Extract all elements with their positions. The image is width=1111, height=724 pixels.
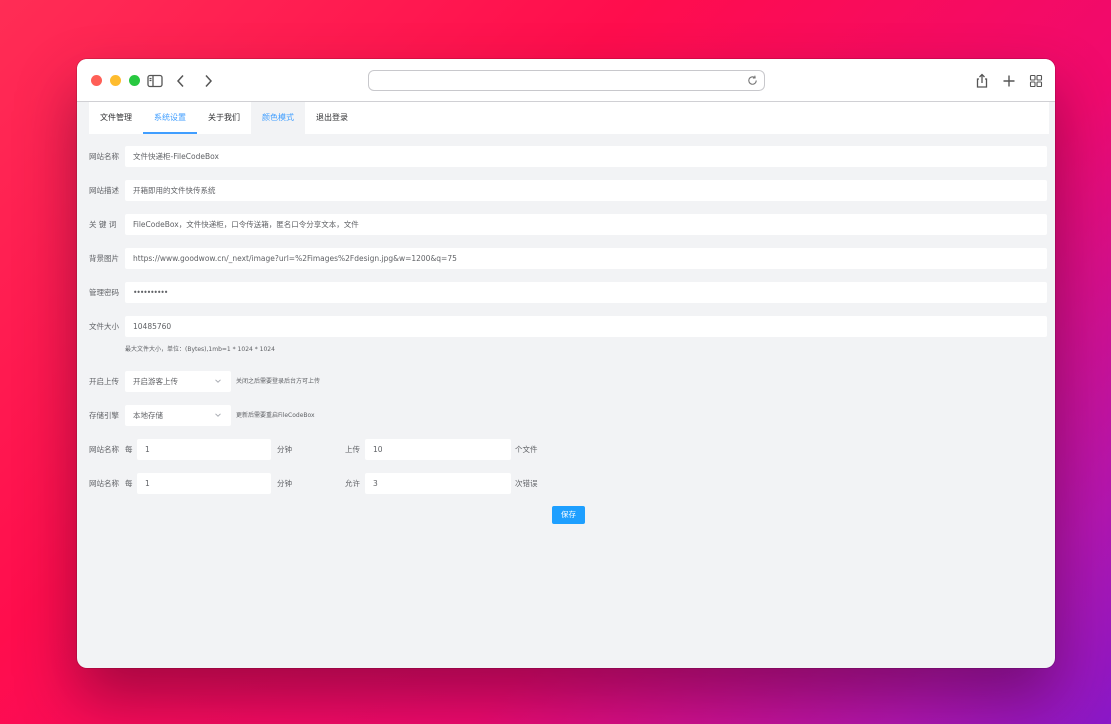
share-icon[interactable] <box>973 72 991 90</box>
error-rate-minute-unit: 分钟 <box>277 479 292 488</box>
error-rate-row: 网站名称 每 1 分钟 允许 3 次错误 <box>89 473 589 494</box>
upload-open-select[interactable]: 开启游客上传 <box>125 371 231 392</box>
forward-icon[interactable] <box>199 72 217 90</box>
window-controls <box>91 75 140 86</box>
storage-label: 存储引擎 <box>89 411 119 420</box>
tab-overview-icon[interactable] <box>1027 72 1045 90</box>
storage-value: 本地存储 <box>133 411 163 420</box>
error-rate-count-unit: 次错误 <box>515 479 538 488</box>
reload-icon[interactable] <box>746 74 759 87</box>
chevron-down-icon <box>215 379 221 383</box>
upload-rate-minute-unit: 分钟 <box>277 445 292 454</box>
site-desc-row: 网站描述 开箱即用的文件快传系统 <box>89 180 1049 201</box>
admin-password-input[interactable]: •••••••••• <box>125 282 1047 303</box>
tab-about-us[interactable]: 关于我们 <box>197 102 251 134</box>
new-tab-icon[interactable] <box>1000 72 1018 90</box>
background-image-label: 背景图片 <box>89 254 119 263</box>
site-name-row: 网站名称 文件快递柜-FileCodeBox <box>89 146 1049 167</box>
address-bar[interactable] <box>368 70 765 91</box>
upload-rate-row: 网站名称 每 1 分钟 上传 10 个文件 <box>89 439 589 460</box>
chevron-down-icon <box>215 413 221 417</box>
site-name-input[interactable]: 文件快递柜-FileCodeBox <box>125 146 1047 167</box>
site-desc-input[interactable]: 开箱即用的文件快传系统 <box>125 180 1047 201</box>
upload-open-label: 开启上传 <box>89 377 119 386</box>
admin-password-label: 管理密码 <box>89 288 119 297</box>
upload-open-value: 开启游客上传 <box>133 377 178 386</box>
sidebar-toggle-icon[interactable] <box>146 72 164 90</box>
browser-window: 文件管理 系统设置 关于我们 颜色模式 退出登录 网站名称 文件快递柜-File… <box>77 59 1055 668</box>
site-name-label: 网站名称 <box>89 152 119 161</box>
tab-logout[interactable]: 退出登录 <box>305 102 359 134</box>
error-rate-count-input[interactable]: 3 <box>365 473 511 494</box>
minimize-window-button[interactable] <box>110 75 121 86</box>
keywords-input[interactable]: FileCodeBox，文件快递柜，口令传送箱，匿名口令分享文本，文件 <box>125 214 1047 235</box>
file-size-label: 文件大小 <box>89 322 119 331</box>
zoom-window-button[interactable] <box>129 75 140 86</box>
background-image-input[interactable]: https://www.goodwow.cn/_next/image?url=%… <box>125 248 1047 269</box>
tab-color-mode[interactable]: 颜色模式 <box>251 102 305 134</box>
site-desc-label: 网站描述 <box>89 186 119 195</box>
upload-rate-count-unit: 个文件 <box>515 445 538 454</box>
upload-rate-minutes-input[interactable]: 1 <box>137 439 271 460</box>
keywords-row: 关 键 词 FileCodeBox，文件快递柜，口令传送箱，匿名口令分享文本，文… <box>89 214 1049 235</box>
file-size-input[interactable]: 10485760 <box>125 316 1047 337</box>
upload-rate-count-input[interactable]: 10 <box>365 439 511 460</box>
upload-open-row: 开启上传 开启游客上传 关闭之后需要登录后台方可上传 <box>89 371 489 392</box>
upload-rate-every: 每 <box>125 445 133 454</box>
admin-password-row: 管理密码 •••••••••• <box>89 282 1049 303</box>
storage-select[interactable]: 本地存储 <box>125 405 231 426</box>
file-size-row: 文件大小 10485760 <box>89 316 1049 337</box>
back-icon[interactable] <box>172 72 190 90</box>
upload-rate-action: 上传 <box>345 445 360 454</box>
upload-rate-label: 网站名称 <box>89 445 119 454</box>
storage-row: 存储引擎 本地存储 更新后需要重启FileCodeBox <box>89 405 489 426</box>
browser-toolbar <box>77 59 1055 102</box>
upload-open-hint: 关闭之后需要登录后台方可上传 <box>236 378 321 385</box>
storage-hint: 更新后需要重启FileCodeBox <box>236 412 315 419</box>
save-button[interactable]: 保存 <box>552 506 585 524</box>
error-rate-action: 允许 <box>345 479 360 488</box>
tab-system-settings[interactable]: 系统设置 <box>143 102 197 134</box>
tab-menu: 文件管理 系统设置 关于我们 颜色模式 退出登录 <box>89 102 1049 134</box>
file-size-hint: 最大文件大小，单位：(Bytes),1mb=1 * 1024 * 1024 <box>125 346 275 353</box>
tab-file-management[interactable]: 文件管理 <box>89 102 143 134</box>
close-window-button[interactable] <box>91 75 102 86</box>
background-image-row: 背景图片 https://www.goodwow.cn/_next/image?… <box>89 248 1049 269</box>
keywords-label: 关 键 词 <box>89 220 117 229</box>
error-rate-every: 每 <box>125 479 133 488</box>
error-rate-minutes-input[interactable]: 1 <box>137 473 271 494</box>
error-rate-label: 网站名称 <box>89 479 119 488</box>
